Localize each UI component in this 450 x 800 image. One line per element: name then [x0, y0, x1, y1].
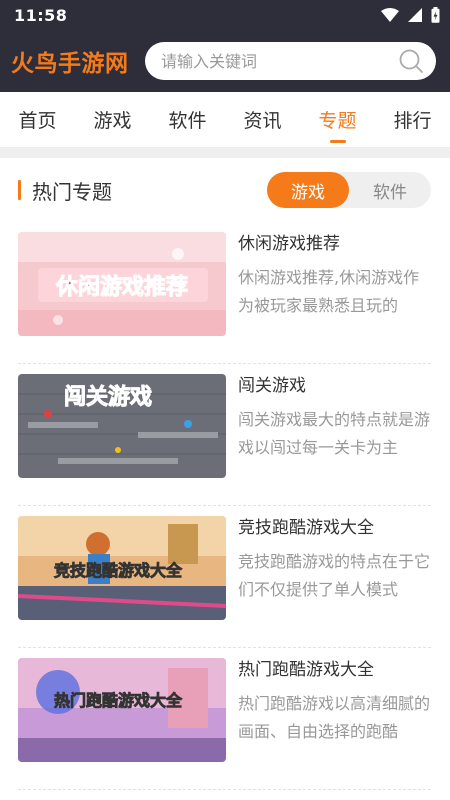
topic-thumbnail[interactable]: 休闲游戏推荐 [18, 232, 226, 336]
section-title: 热门专题 [32, 179, 112, 204]
topic-info: 竞技跑酷游戏大全 竞技跑酷游戏的特点在于它们不仅提供了单人模式 [238, 516, 431, 647]
section-header: 热门专题 游戏 软件 [0, 158, 450, 222]
topic-info: 闯关游戏 闯关游戏最大的特点就是游戏以闯过每一关卡为主 [238, 374, 431, 505]
category-toggle: 游戏 软件 [267, 172, 431, 208]
topic-description: 闯关游戏最大的特点就是游戏以闯过每一关卡为主 [238, 410, 431, 457]
topic-title[interactable]: 休闲游戏推荐 [238, 233, 431, 255]
thumbnail-text: 休闲游戏推荐 [55, 274, 188, 300]
search-icon[interactable] [398, 48, 424, 74]
wifi-icon [381, 8, 399, 22]
topic-description: 竞技跑酷游戏的特点在于它们不仅提供了单人模式 [238, 552, 431, 599]
toggle-software[interactable]: 软件 [349, 172, 431, 208]
list-item[interactable]: 休闲游戏推荐 休闲游戏推荐 休闲游戏推荐,休闲游戏作为被玩家最熟悉且玩的 [18, 222, 431, 364]
topic-description: 休闲游戏推荐,休闲游戏作为被玩家最熟悉且玩的 [238, 268, 420, 315]
thumbnail-text: 竞技跑酷游戏大全 [54, 561, 183, 580]
tab-topics[interactable]: 专题 [300, 92, 375, 147]
topic-thumbnail[interactable]: 闯关游戏 [18, 374, 226, 478]
topic-info: 热门跑酷游戏大全 热门跑酷游戏以高清细腻的画面、自由选择的跑酷 [238, 658, 431, 789]
search-box[interactable] [145, 42, 436, 80]
battery-icon [431, 7, 440, 23]
nav-tabs: 首页 游戏 软件 资讯 专题 排行 [0, 92, 450, 148]
section-divider [0, 148, 450, 158]
thumbnail-text: 闯关游戏 [64, 384, 152, 410]
search-input[interactable] [161, 51, 398, 71]
tab-news[interactable]: 资讯 [225, 92, 300, 147]
topic-title[interactable]: 竞技跑酷游戏大全 [238, 517, 431, 539]
list-item[interactable]: 热门跑酷游戏大全 热门跑酷游戏大全 热门跑酷游戏以高清细腻的画面、自由选择的跑酷 [18, 648, 431, 790]
topic-thumbnail[interactable]: 竞技跑酷游戏大全 [18, 516, 226, 620]
topic-info: 休闲游戏推荐 休闲游戏推荐,休闲游戏作为被玩家最熟悉且玩的 [238, 232, 431, 363]
signal-icon [408, 8, 422, 22]
list-item[interactable]: 闯关游戏 闯关游戏 闯关游戏最大的特点就是游戏以闯过每一关卡为主 [18, 364, 431, 506]
tab-ranking[interactable]: 排行 [375, 92, 450, 147]
topic-description: 热门跑酷游戏以高清细腻的画面、自由选择的跑酷 [238, 694, 431, 741]
site-logo[interactable]: 火鸟手游网 [11, 44, 141, 78]
status-time: 11:58 [14, 5, 68, 25]
list-item[interactable]: 竞技跑酷游戏大全 竞技跑酷游戏大全 竞技跑酷游戏的特点在于它们不仅提供了单人模式 [18, 506, 431, 648]
status-bar: 11:58 [0, 0, 450, 30]
header: 火鸟手游网 [0, 30, 450, 92]
topic-title[interactable]: 热门跑酷游戏大全 [238, 659, 431, 681]
topic-title[interactable]: 闯关游戏 [238, 375, 431, 397]
tab-software[interactable]: 软件 [150, 92, 225, 147]
section-accent-bar [18, 180, 21, 200]
topic-list: 休闲游戏推荐 休闲游戏推荐 休闲游戏推荐,休闲游戏作为被玩家最熟悉且玩的 闯关游… [0, 222, 450, 790]
tab-home[interactable]: 首页 [0, 92, 75, 147]
topic-thumbnail[interactable]: 热门跑酷游戏大全 [18, 658, 226, 762]
status-icons [381, 7, 440, 23]
thumbnail-text: 热门跑酷游戏大全 [54, 691, 183, 710]
tab-games[interactable]: 游戏 [75, 92, 150, 147]
toggle-games[interactable]: 游戏 [267, 172, 349, 208]
